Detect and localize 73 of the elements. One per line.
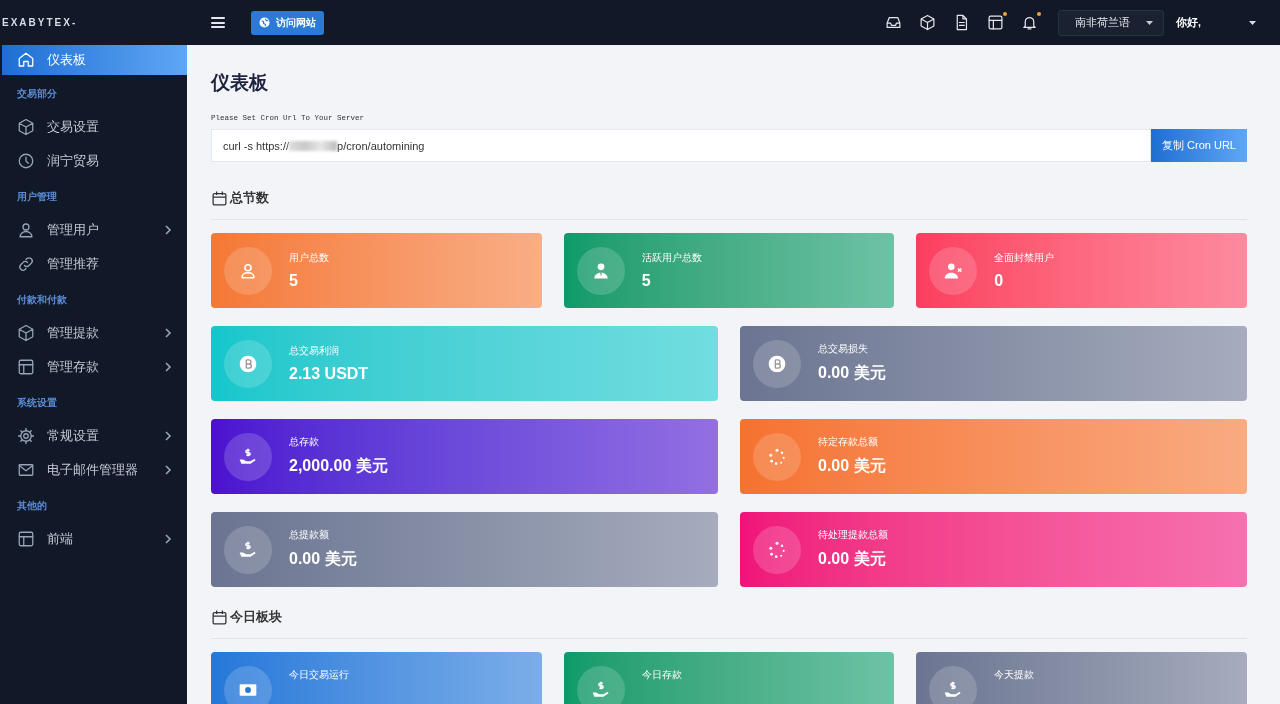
stat-value: 5 bbox=[289, 271, 299, 290]
visit-site-button[interactable]: 访问网站 bbox=[251, 10, 324, 35]
section-title: 总节数 bbox=[230, 190, 269, 207]
brand-logo: EXABYTEX- bbox=[1, 16, 79, 30]
stat-label: 全面封禁用户 bbox=[994, 251, 1055, 265]
sidebar-item[interactable]: 电子邮件管理器 bbox=[0, 453, 187, 487]
sidebar-item[interactable]: 管理推荐 bbox=[0, 247, 187, 281]
sidebar-item[interactable]: 前端 bbox=[0, 522, 187, 556]
stat-label: 用户总数 bbox=[289, 251, 329, 265]
cube-icon bbox=[17, 324, 35, 342]
gear-icon bbox=[17, 427, 35, 445]
spinner-icon bbox=[767, 539, 787, 560]
user-icon bbox=[17, 221, 35, 239]
sidebar-item[interactable]: 管理提款 bbox=[0, 316, 187, 350]
link-icon bbox=[17, 255, 35, 273]
coin-icon bbox=[767, 353, 787, 374]
user-menu[interactable]: 你好, bbox=[1176, 15, 1256, 30]
stat-label: 总交易利润 bbox=[289, 344, 340, 358]
sidebar-item[interactable]: 管理存款 bbox=[0, 350, 187, 384]
layout-icon bbox=[17, 358, 35, 376]
stat-label: 活跃用户总数 bbox=[641, 251, 702, 265]
stat-label: 今日交易运行 bbox=[289, 669, 349, 682]
stat-label: 待处理提款总额 bbox=[818, 529, 888, 542]
copy-cron-url-button[interactable]: 复制 Cron URL bbox=[1151, 129, 1247, 162]
layout-icon bbox=[17, 530, 35, 548]
stat-label: 今日存款 bbox=[641, 669, 682, 682]
hand-dollar-icon bbox=[238, 446, 258, 467]
cron-url-field[interactable]: curl -s https:// p/cron/automining bbox=[211, 129, 1152, 162]
sidebar-heading: 付款和付款 bbox=[16, 293, 68, 307]
sidebar-item[interactable]: 管理用户 bbox=[0, 213, 187, 247]
menu-icon[interactable] bbox=[211, 17, 225, 28]
stat-value: 0.00 美元 bbox=[818, 363, 886, 383]
redacted-blur bbox=[289, 140, 338, 151]
section-title: 今日板块 bbox=[230, 609, 282, 626]
spinner-icon bbox=[767, 446, 787, 467]
sidebar-heading: 其他的 bbox=[16, 499, 48, 513]
sidebar-item[interactable]: 仪表板 bbox=[2, 45, 187, 75]
bell-icon[interactable] bbox=[1021, 14, 1038, 31]
stat-label: 总提款额 bbox=[289, 529, 330, 542]
stat-value: 5 bbox=[641, 271, 652, 290]
page-title: 仪表板 bbox=[211, 71, 269, 95]
cube-icon[interactable] bbox=[919, 14, 936, 31]
sidebar-item[interactable]: 常规设置 bbox=[0, 419, 187, 453]
sidebar-heading: 用户管理 bbox=[16, 190, 58, 204]
stat-value: 2,000.00 美元 bbox=[289, 456, 388, 476]
sidebar-item[interactable]: 润宁贸易 bbox=[0, 144, 187, 178]
sidebar-heading: 系统设置 bbox=[16, 396, 58, 410]
caret-icon bbox=[1249, 20, 1256, 25]
calendar-icon bbox=[211, 609, 228, 626]
stat-value: 0.00 美元 bbox=[289, 549, 357, 569]
stat-label: 总存款 bbox=[289, 436, 320, 449]
hand-dollar-icon bbox=[590, 679, 611, 700]
globe-icon bbox=[259, 17, 270, 28]
calendar-icon bbox=[211, 190, 228, 207]
coin-icon bbox=[238, 353, 258, 374]
stat-value: 0 bbox=[994, 271, 1005, 290]
stat-label: 今天提款 bbox=[994, 669, 1035, 682]
clock-icon bbox=[17, 152, 35, 170]
home-icon bbox=[17, 51, 35, 69]
cube-icon bbox=[17, 118, 35, 136]
layout-icon[interactable] bbox=[987, 14, 1004, 31]
stat-label: 总交易损失 bbox=[818, 343, 869, 356]
stat-label: 待定存款总额 bbox=[818, 436, 879, 449]
caret-icon bbox=[1146, 20, 1153, 25]
stat-value: 2.13 USDT bbox=[289, 364, 369, 383]
inbox-icon[interactable] bbox=[885, 14, 902, 31]
stat-value: 0.00 美元 bbox=[818, 549, 887, 569]
language-select[interactable]: 南非荷兰语 bbox=[1058, 9, 1164, 36]
hand-dollar-icon bbox=[238, 539, 258, 560]
stat-value: 0.00 美元 bbox=[818, 456, 886, 476]
mail-icon bbox=[17, 461, 35, 479]
sidebar-heading: 交易部分 bbox=[16, 87, 58, 101]
sidebar-item[interactable]: 交易设置 bbox=[0, 110, 187, 144]
